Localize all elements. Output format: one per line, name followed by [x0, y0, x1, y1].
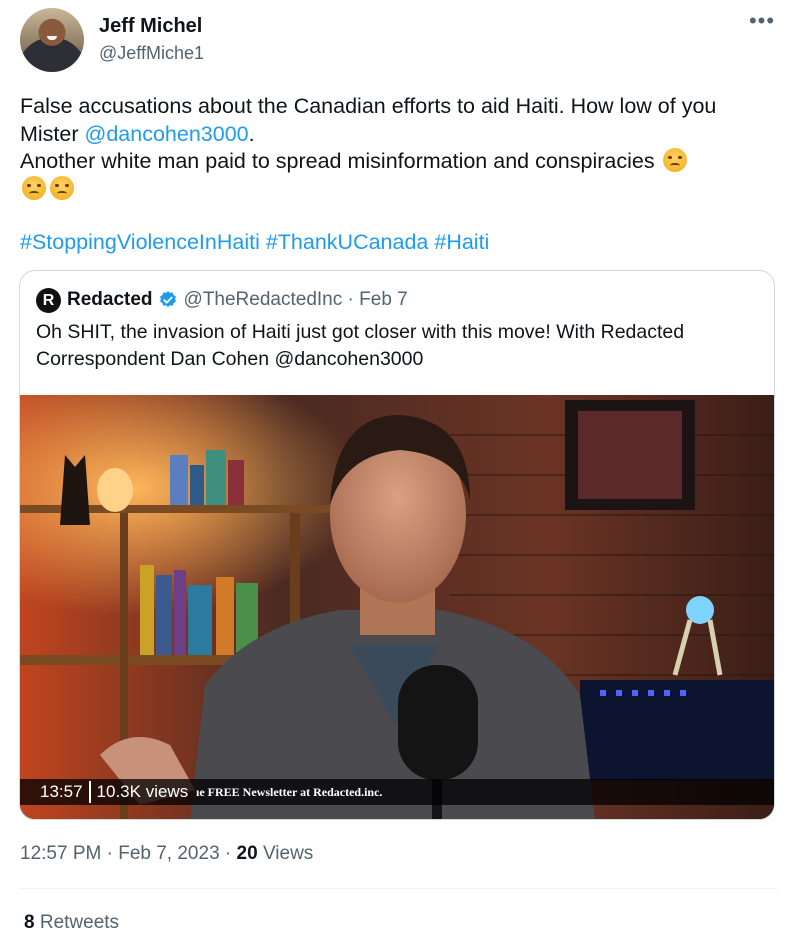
retweets-count: 8 [24, 912, 35, 933]
redacted-logo-icon: R [36, 287, 61, 313]
tweet-header: Jeff Michel @JeffMiche1 ••• [20, 8, 780, 74]
mention-link[interactable]: @dancohen3000 [85, 122, 249, 146]
video-overlay-text: ıe FREE Newsletter at Redacted.inc. [196, 785, 383, 799]
divider [88, 781, 91, 803]
quoted-author-name[interactable]: Redacted [67, 289, 153, 311]
tweet-time[interactable]: 12:57 PM [20, 843, 101, 864]
quoted-tweet-card[interactable]: R Redacted @TheRedactedInc · Feb 7 Oh SH… [19, 270, 775, 820]
quoted-tweet-header: R Redacted @TheRedactedInc · Feb 7 [36, 287, 408, 313]
quoted-date[interactable]: Feb 7 [359, 289, 408, 311]
angry-face-icon [22, 175, 46, 200]
tweet-text-line2: Another white man paid to spread misinfo… [20, 149, 655, 173]
quoted-tweet-text: Oh SHIT, the invasion of Haiti just got … [36, 321, 685, 370]
video-thumbnail [20, 395, 774, 819]
video-player[interactable]: 13:57 10.3K views ıe FREE Newsletter at … [20, 395, 774, 819]
views-label: Views [262, 843, 314, 864]
divider [20, 888, 778, 889]
more-options-icon[interactable]: ••• [748, 10, 776, 34]
quoted-author-handle[interactable]: @TheRedactedInc [184, 289, 343, 311]
angry-face-icon [662, 148, 687, 172]
dot-separator: · [106, 843, 119, 864]
dot-separator: · [342, 289, 360, 310]
dot-separator: · [224, 843, 237, 864]
retweets-stat[interactable]: 8 Retweets [24, 911, 119, 935]
retweets-label: Retweets [39, 912, 120, 933]
verified-badge-icon [159, 291, 176, 307]
author-avatar[interactable] [20, 8, 84, 72]
views-count: 20 [236, 843, 258, 864]
author-name[interactable]: Jeff Michel [99, 14, 204, 38]
video-duration: 13:57 [40, 782, 83, 801]
tweet-text: False accusations about the Canadian eff… [20, 93, 770, 203]
tweet-metadata: 12:57 PM · Feb 7, 2023 · 20 Views [20, 842, 313, 866]
video-stats: 13:57 10.3K views [40, 779, 188, 805]
author-handle[interactable]: @JeffMiche1 [99, 41, 204, 65]
tweet-date[interactable]: Feb 7, 2023 [118, 843, 219, 864]
tweet-text-part2: . [248, 121, 255, 146]
hashtags[interactable]: #StoppingViolenceInHaiti #ThankUCanada #… [20, 228, 489, 256]
angry-face-icon [50, 175, 74, 200]
author-info: Jeff Michel @JeffMiche1 [99, 14, 204, 65]
video-views: 10.3K views [96, 782, 189, 801]
